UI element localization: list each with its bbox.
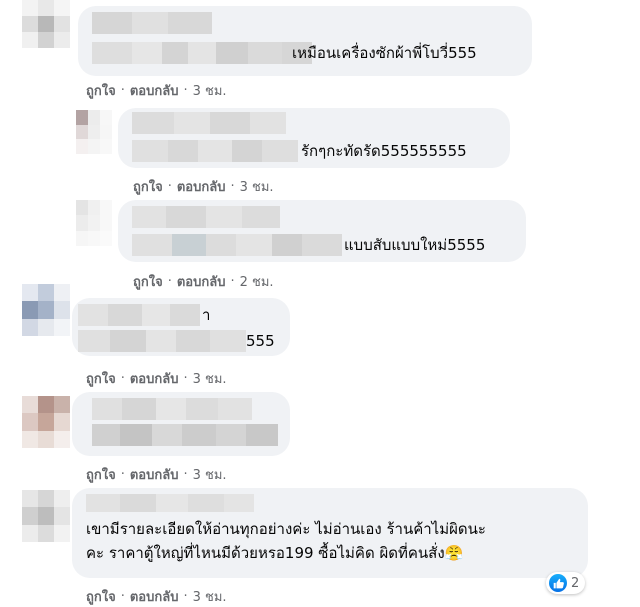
reply-button[interactable]: ตอบกลับ bbox=[177, 271, 226, 292]
comment-bubble: า 555 bbox=[72, 298, 290, 356]
comment-actions: ถูกใจ · ตอบกลับ · 2 ชม. bbox=[133, 271, 274, 292]
avatar[interactable] bbox=[22, 490, 70, 542]
like-button[interactable]: ถูกใจ bbox=[86, 368, 116, 389]
blurred-author-name[interactable] bbox=[78, 304, 200, 326]
reply-button[interactable]: ตอบกลับ bbox=[130, 464, 179, 485]
like-icon bbox=[549, 574, 567, 592]
comment-actions: ถูกใจ · ตอบกลับ · 3 ชม. bbox=[86, 464, 227, 485]
like-button[interactable]: ถูกใจ bbox=[133, 176, 163, 197]
avatar[interactable] bbox=[22, 396, 70, 448]
comment-text: 555 bbox=[246, 332, 275, 350]
avatar[interactable] bbox=[22, 284, 70, 336]
comment-bubble: เขามีรายละเอียดให้อ่านทุกอย่างค่ะ ไม่อ่า… bbox=[72, 488, 588, 578]
author-name-fragment[interactable]: า bbox=[202, 304, 210, 326]
comment-bubble bbox=[72, 392, 290, 456]
comment-bubble: แบบสับแบบใหม่5555 bbox=[118, 200, 526, 262]
comment-actions: ถูกใจ · ตอบกลับ · 3 ชม. bbox=[86, 586, 227, 607]
blurred-author-name[interactable] bbox=[132, 112, 286, 134]
like-button[interactable]: ถูกใจ bbox=[86, 80, 116, 101]
comment-bubble: เหมือนเครื่องซักผ้าพี่โบวี่555 bbox=[78, 6, 532, 76]
timestamp[interactable]: 3 ชม. bbox=[193, 368, 227, 389]
blurred-author-name[interactable] bbox=[86, 494, 254, 512]
comment-text-line-1: เขามีรายละเอียดให้อ่านทุกอย่างค่ะ ไม่อ่า… bbox=[86, 520, 486, 538]
timestamp[interactable]: 2 ชม. bbox=[240, 271, 274, 292]
comment-bubble: รักๆกะทัดรัด555555555 bbox=[118, 108, 510, 168]
reaction-count-badge[interactable]: 2 bbox=[546, 572, 586, 594]
blurred-author-name[interactable] bbox=[92, 12, 212, 34]
comment-text: รักๆกะทัดรัด555555555 bbox=[301, 142, 467, 160]
comment-text: แบบสับแบบใหม่5555 bbox=[344, 236, 486, 254]
like-button[interactable]: ถูกใจ bbox=[133, 271, 163, 292]
timestamp[interactable]: 3 ชม. bbox=[240, 176, 274, 197]
blurred-text bbox=[132, 140, 298, 162]
comment-text-line-2: คะ ราคาตู้ใหญ่ที่ไหนมีด้วยหรอ199 ซื้อไม่… bbox=[86, 544, 464, 562]
reply-button[interactable]: ตอบกลับ bbox=[130, 80, 179, 101]
like-button[interactable]: ถูกใจ bbox=[86, 464, 116, 485]
blurred-text bbox=[92, 42, 312, 64]
reply-button[interactable]: ตอบกลับ bbox=[177, 176, 226, 197]
reaction-count: 2 bbox=[571, 575, 580, 591]
timestamp[interactable]: 3 ชม. bbox=[193, 586, 227, 607]
comment-actions: ถูกใจ · ตอบกลับ · 3 ชม. bbox=[86, 80, 227, 101]
avatar[interactable] bbox=[76, 200, 112, 246]
comment-text: เหมือนเครื่องซักผ้าพี่โบวี่555 bbox=[292, 44, 477, 62]
like-button[interactable]: ถูกใจ bbox=[86, 586, 116, 607]
comment-actions: ถูกใจ · ตอบกลับ · 3 ชม. bbox=[86, 368, 227, 389]
timestamp[interactable]: 3 ชม. bbox=[193, 80, 227, 101]
reply-button[interactable]: ตอบกลับ bbox=[130, 586, 179, 607]
timestamp[interactable]: 3 ชม. bbox=[193, 464, 227, 485]
avatar[interactable] bbox=[76, 110, 112, 154]
comment-actions: ถูกใจ · ตอบกลับ · 3 ชม. bbox=[133, 176, 274, 197]
blurred-text bbox=[92, 424, 278, 446]
blurred-author-name[interactable] bbox=[132, 206, 280, 228]
reply-button[interactable]: ตอบกลับ bbox=[130, 368, 179, 389]
blurred-author-name[interactable] bbox=[92, 398, 252, 420]
blurred-text bbox=[78, 330, 246, 352]
blurred-text bbox=[132, 234, 342, 256]
avatar[interactable] bbox=[22, 0, 70, 48]
